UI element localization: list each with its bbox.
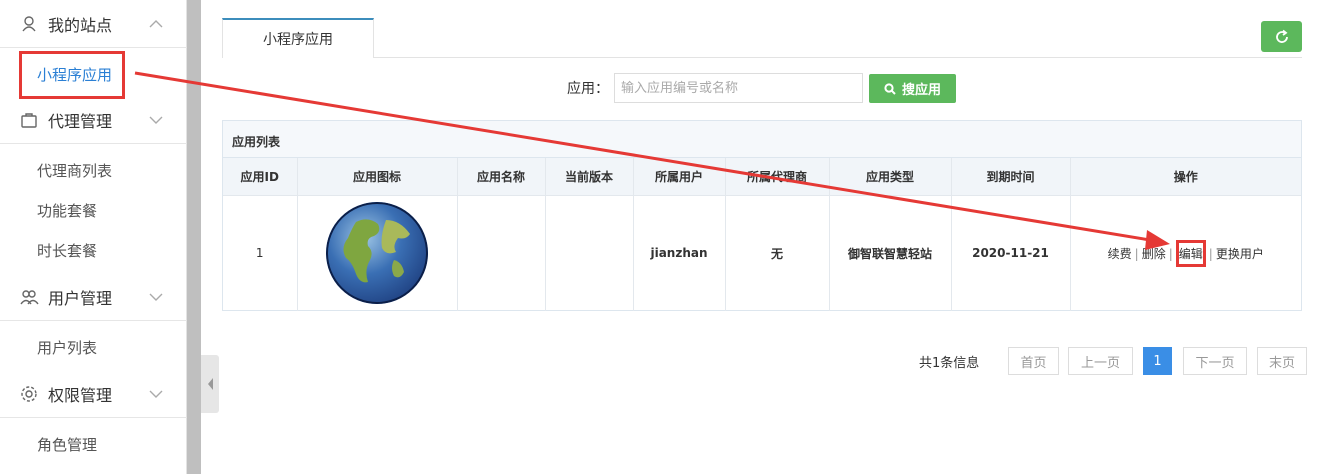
caret-left-icon (208, 378, 213, 390)
refresh-icon (1275, 29, 1288, 43)
cell-app-version (545, 195, 634, 311)
sidebar-scrollbar[interactable] (187, 0, 201, 474)
globe-icon (326, 202, 428, 305)
table-row: 1 jianzhan 无 御智联智慧轻站 2020-11-21 续费 | 删除 … (223, 195, 1301, 311)
gear-icon (21, 385, 37, 402)
chevron-down-icon (149, 390, 163, 398)
cell-app-icon (297, 195, 458, 311)
search-label: 应用： (567, 81, 609, 97)
table-header-row: 应用ID 应用图标 应用名称 当前版本 所属用户 所属代理商 应用类型 到期时间… (223, 158, 1301, 196)
menu-group-label: 用户管理 (48, 288, 113, 308)
search-input[interactable] (614, 73, 863, 103)
annotation-highlight-box (19, 51, 125, 99)
column-header: 应用类型 (829, 158, 952, 196)
next-page-button[interactable]: 下一页 (1183, 347, 1247, 375)
column-header: 到期时间 (951, 158, 1071, 196)
bag-icon (21, 112, 37, 128)
chevron-down-icon (149, 293, 163, 301)
column-header: 应用图标 (297, 158, 458, 196)
search-button-label: 搜应用 (901, 83, 941, 98)
last-page-button[interactable]: 末页 (1257, 347, 1307, 375)
cell-operations: 续费 | 删除 | 编辑 | 更换用户 (1070, 195, 1301, 311)
sidebar-item-user-list[interactable]: 用户列表 (0, 327, 187, 367)
page-number-button[interactable]: 1 (1143, 347, 1172, 375)
sidebar-item-role-management[interactable]: 角色管理 (0, 424, 187, 464)
search-icon (884, 82, 896, 95)
sidebar-collapse-handle[interactable] (201, 355, 219, 413)
tab-bar-line (222, 57, 1302, 58)
app-table: 应用ID 应用图标 应用名称 当前版本 所属用户 所属代理商 应用类型 到期时间… (223, 158, 1301, 311)
app-list-panel: 应用列表 应用ID 应用图标 应用名称 当前版本 所属用户 所属代理商 应用类型… (222, 120, 1302, 311)
cell-app-expire: 2020-11-21 (951, 195, 1071, 311)
prev-page-button[interactable]: 上一页 (1068, 347, 1133, 375)
cell-app-type: 御智联智慧轻站 (829, 195, 952, 311)
annotation-highlight-box: 编辑 (1175, 239, 1206, 267)
refresh-button[interactable] (1261, 21, 1302, 52)
column-header: 应用名称 (457, 158, 546, 196)
column-header: 当前版本 (545, 158, 634, 196)
change-user-link[interactable]: 更换用户 (1216, 247, 1264, 261)
cell-app-name (457, 195, 546, 311)
sidebar-item-agent-list[interactable]: 代理商列表 (0, 150, 187, 190)
sidebar-item-feature-packages[interactable]: 功能套餐 (0, 190, 187, 230)
users-icon (20, 289, 39, 304)
cell-app-agent: 无 (725, 195, 830, 311)
chevron-up-icon (149, 19, 163, 27)
menu-group-label: 代理管理 (48, 111, 113, 131)
menu-group-my-sites[interactable]: 我的站点 (0, 0, 187, 48)
column-header: 所属用户 (633, 158, 726, 196)
delete-link[interactable]: 删除 (1142, 247, 1166, 261)
cell-app-id: 1 (223, 195, 298, 311)
chevron-down-icon (149, 116, 163, 124)
menu-group-label: 权限管理 (48, 385, 113, 405)
cell-app-user: jianzhan (633, 195, 726, 311)
renew-link[interactable]: 续费 (1108, 247, 1132, 261)
menu-group-permission-management[interactable]: 权限管理 (0, 370, 187, 418)
pagination-info: 共1条信息 (919, 356, 980, 371)
tab-mini-apps[interactable]: 小程序应用 (222, 18, 374, 58)
edit-link[interactable]: 编辑 (1179, 247, 1203, 261)
location-user-icon (22, 15, 36, 31)
column-header: 操作 (1070, 158, 1301, 196)
menu-group-label: 我的站点 (48, 15, 113, 35)
panel-title: 应用列表 (223, 121, 1301, 158)
search-button[interactable]: 搜应用 (869, 74, 956, 103)
sidebar: 我的站点 小程序应用 代理管理 代理商列表 功能套餐 时长套餐 用户管理 用户列… (0, 0, 187, 474)
column-header: 所属代理商 (725, 158, 830, 196)
sidebar-item-duration-packages[interactable]: 时长套餐 (0, 230, 187, 270)
menu-group-user-management[interactable]: 用户管理 (0, 273, 187, 321)
first-page-button[interactable]: 首页 (1008, 347, 1059, 375)
column-header: 应用ID (223, 158, 298, 196)
menu-group-agent-management[interactable]: 代理管理 (0, 96, 187, 144)
